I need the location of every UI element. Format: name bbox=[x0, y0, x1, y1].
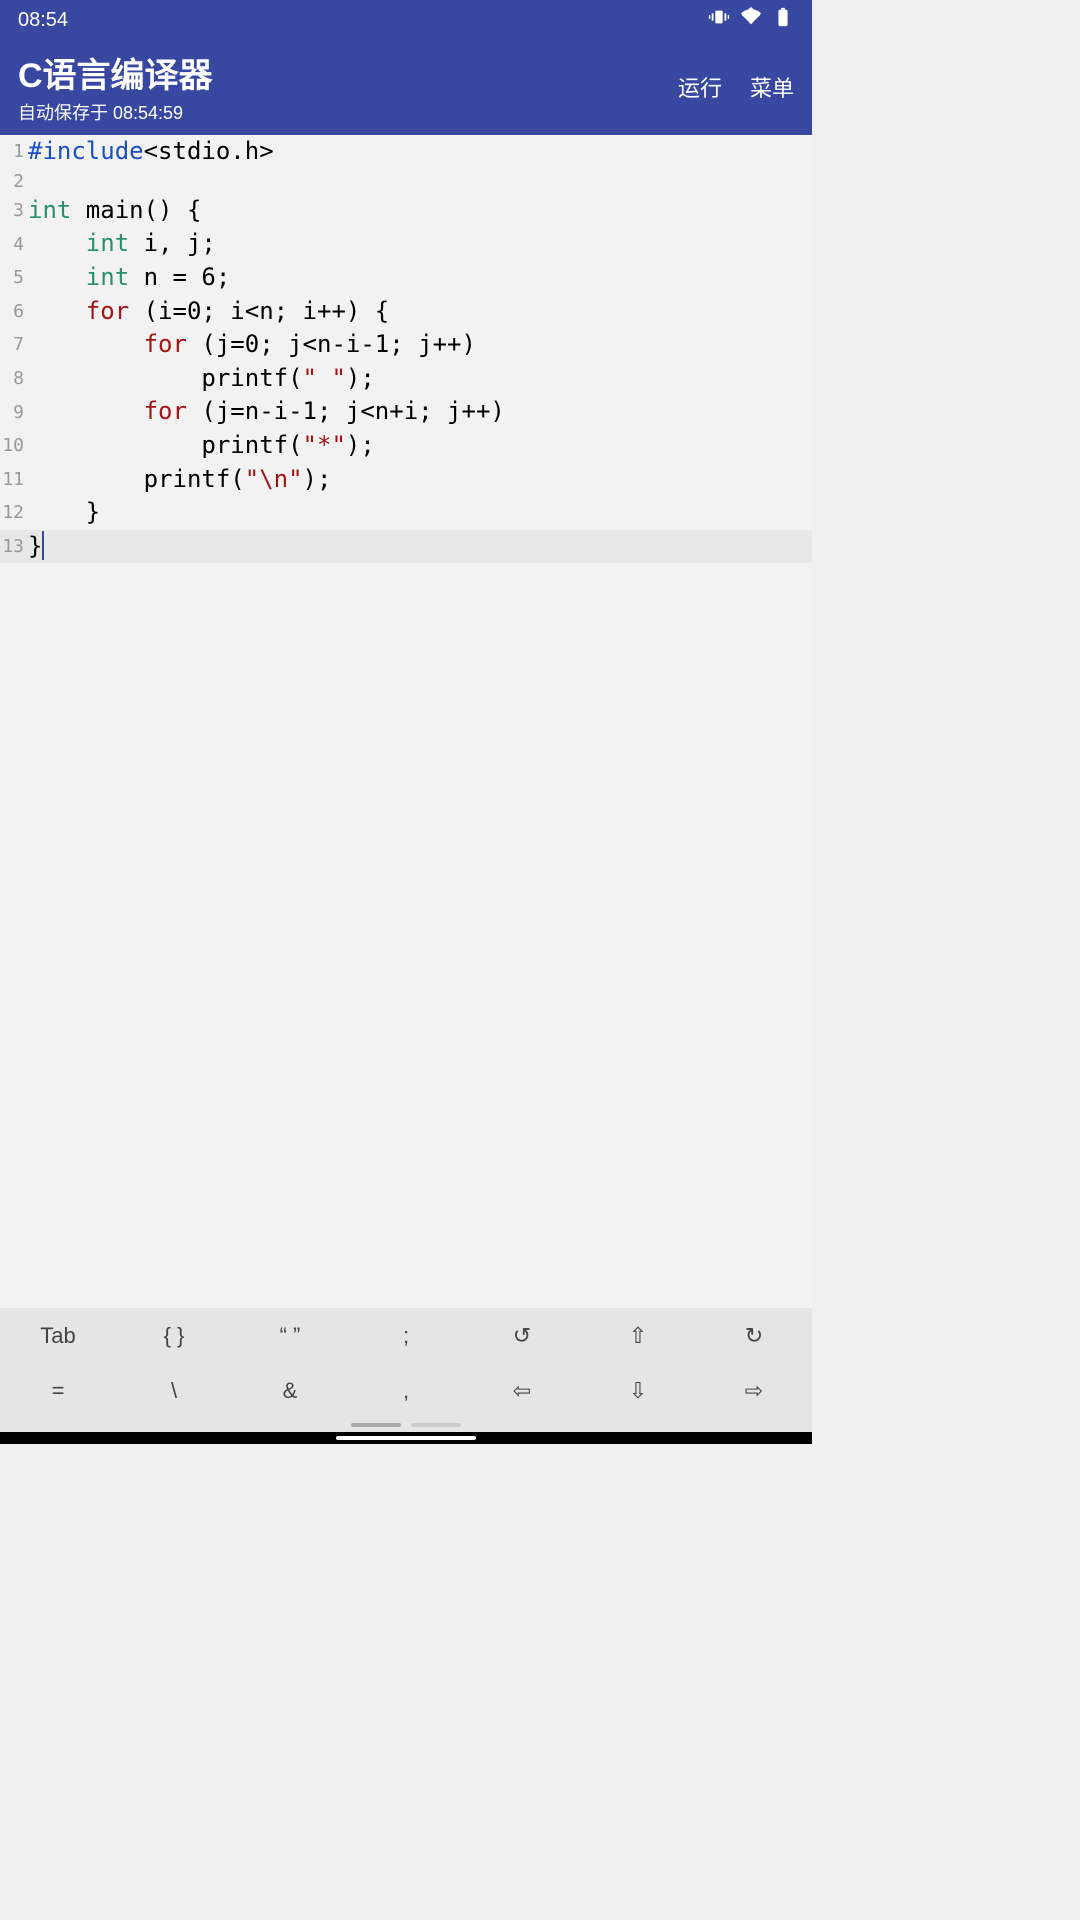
toolbar-key[interactable]: ⇩ bbox=[580, 1363, 696, 1418]
code-content[interactable]: int n = 6; bbox=[28, 261, 812, 295]
code-content[interactable]: int main() { bbox=[28, 194, 812, 228]
toolbar-key[interactable]: ↺ bbox=[464, 1308, 580, 1363]
toolbar-key[interactable]: \ bbox=[116, 1363, 232, 1418]
code-line[interactable]: 2 bbox=[0, 169, 812, 194]
run-button[interactable]: 运行 bbox=[678, 71, 722, 103]
code-editor[interactable]: 1#include<stdio.h>23int main() {4 int i,… bbox=[0, 135, 812, 1308]
toolbar-key[interactable]: ; bbox=[348, 1308, 464, 1363]
code-content[interactable]: for (j=0; j<n-i-1; j++) bbox=[28, 328, 812, 362]
wifi-icon bbox=[740, 6, 762, 34]
code-line[interactable]: 13} bbox=[0, 530, 812, 564]
code-line[interactable]: 10 printf("*"); bbox=[0, 429, 812, 463]
code-line[interactable]: 11 printf("\n"); bbox=[0, 463, 812, 497]
line-number: 8 bbox=[0, 362, 28, 396]
toolbar-key[interactable]: ⇧ bbox=[580, 1308, 696, 1363]
toolbar-key[interactable]: Tab bbox=[0, 1308, 116, 1363]
line-number: 9 bbox=[0, 395, 28, 429]
status-bar: 08:54 bbox=[0, 0, 812, 40]
code-content[interactable]: #include<stdio.h> bbox=[28, 135, 812, 169]
pager-indicator bbox=[0, 1418, 812, 1432]
vibrate-icon bbox=[708, 6, 730, 34]
code-line[interactable]: 6 for (i=0; i<n; i++) { bbox=[0, 295, 812, 329]
toolbar-key[interactable]: & bbox=[232, 1363, 348, 1418]
home-handle[interactable] bbox=[336, 1436, 476, 1440]
code-line[interactable]: 8 printf(" "); bbox=[0, 362, 812, 396]
text-cursor bbox=[42, 531, 44, 560]
line-number: 11 bbox=[0, 463, 28, 497]
code-line[interactable]: 5 int n = 6; bbox=[0, 261, 812, 295]
line-number: 7 bbox=[0, 328, 28, 362]
status-icons bbox=[708, 6, 794, 34]
code-content[interactable]: for (j=n-i-1; j<n+i; j++) bbox=[28, 395, 812, 429]
line-number: 12 bbox=[0, 496, 28, 530]
code-content[interactable]: } bbox=[28, 530, 812, 564]
line-number: 2 bbox=[0, 169, 28, 194]
toolbar-key[interactable]: ⇨ bbox=[696, 1363, 812, 1418]
code-content[interactable]: for (i=0; i<n; i++) { bbox=[28, 295, 812, 329]
code-line[interactable]: 3int main() { bbox=[0, 194, 812, 228]
line-number: 10 bbox=[0, 429, 28, 463]
system-nav-bar bbox=[0, 1432, 812, 1444]
pager-dot bbox=[411, 1423, 461, 1427]
keyboard-toolbar: Tab{ }“ ”;↺⇧↻ =\&,⇦⇩⇨ bbox=[0, 1308, 812, 1432]
battery-icon bbox=[772, 6, 794, 34]
toolbar-key[interactable]: , bbox=[348, 1363, 464, 1418]
app-bar: C语言编译器 自动保存于 08:54:59 运行 菜单 bbox=[0, 40, 812, 135]
toolbar-key[interactable]: { } bbox=[116, 1308, 232, 1363]
line-number: 4 bbox=[0, 227, 28, 261]
line-number: 1 bbox=[0, 135, 28, 169]
menu-button[interactable]: 菜单 bbox=[750, 71, 794, 103]
code-content[interactable]: printf("*"); bbox=[28, 429, 812, 463]
code-content[interactable] bbox=[28, 169, 812, 194]
code-line[interactable]: 7 for (j=0; j<n-i-1; j++) bbox=[0, 328, 812, 362]
autosave-status: 自动保存于 08:54:59 bbox=[18, 99, 213, 125]
line-number: 3 bbox=[0, 194, 28, 228]
code-line[interactable]: 12 } bbox=[0, 496, 812, 530]
code-line[interactable]: 1#include<stdio.h> bbox=[0, 135, 812, 169]
status-time: 08:54 bbox=[18, 9, 68, 32]
pager-dot bbox=[351, 1423, 401, 1427]
code-content[interactable]: } bbox=[28, 496, 812, 530]
toolbar-key[interactable]: = bbox=[0, 1363, 116, 1418]
code-content[interactable]: int i, j; bbox=[28, 227, 812, 261]
line-number: 6 bbox=[0, 295, 28, 329]
line-number: 13 bbox=[0, 530, 28, 564]
toolbar-key[interactable]: “ ” bbox=[232, 1308, 348, 1363]
app-title: C语言编译器 bbox=[18, 48, 213, 97]
code-content[interactable]: printf("\n"); bbox=[28, 463, 812, 497]
code-content[interactable]: printf(" "); bbox=[28, 362, 812, 396]
code-line[interactable]: 4 int i, j; bbox=[0, 227, 812, 261]
toolbar-key[interactable]: ⇦ bbox=[464, 1363, 580, 1418]
line-number: 5 bbox=[0, 261, 28, 295]
code-line[interactable]: 9 for (j=n-i-1; j<n+i; j++) bbox=[0, 395, 812, 429]
toolbar-key[interactable]: ↻ bbox=[696, 1308, 812, 1363]
